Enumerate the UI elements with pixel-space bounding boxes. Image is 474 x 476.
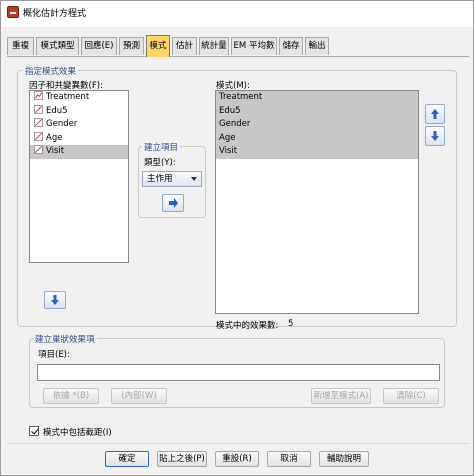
tab-export[interactable]: 輸出 (305, 37, 329, 55)
scale-variable-icon (34, 145, 43, 154)
effect-count-label: 模式中的效果數: (216, 321, 279, 331)
tab-model-type[interactable]: 模式類型 (36, 37, 79, 55)
include-intercept-checkbox[interactable] (29, 426, 39, 436)
list-item[interactable]: Age (30, 131, 128, 146)
list-item[interactable]: Visit (216, 145, 418, 159)
tab-em-means[interactable]: EM 平均數 (231, 37, 277, 55)
effect-count-value: 5 (288, 319, 294, 329)
scale-variable-icon (34, 91, 43, 100)
tab-model[interactable]: 模式 (146, 35, 170, 57)
arrow-down-icon (51, 295, 59, 305)
move-down-button[interactable] (425, 126, 445, 146)
type-dropdown[interactable]: 主作用 (142, 171, 202, 187)
dialog-window: 概化估計方程式 重複 模式類型 回應(E) 預測 模式 估計 統計量 EM 平均… (0, 0, 474, 476)
type-dropdown-value: 主作用 (147, 174, 173, 184)
window-title: 概化估計方程式 (23, 9, 87, 19)
term-label: 項目(E): (38, 350, 70, 360)
footer-divider (7, 443, 469, 444)
build-term-label: 建立項目 (142, 141, 181, 153)
move-up-button[interactable] (425, 104, 445, 124)
clear-button[interactable]: 清除(C) (383, 388, 439, 404)
help-button[interactable]: 輔助說明 (319, 451, 369, 467)
tab-predictors[interactable]: 預測 (119, 37, 144, 55)
chevron-down-icon (191, 177, 197, 181)
list-item[interactable]: Gender (216, 118, 418, 132)
ok-button[interactable]: 確定 (105, 451, 149, 467)
tab-estimation[interactable]: 估計 (172, 37, 197, 55)
within-button[interactable]: (內部(W) (111, 388, 167, 404)
tab-response[interactable]: 回應(E) (81, 37, 117, 55)
nested-term-label: 建立巢狀效果項 (33, 333, 97, 345)
tab-divider (7, 56, 469, 57)
list-item[interactable]: Age (216, 131, 418, 145)
list-item[interactable]: Visit (30, 145, 128, 159)
cancel-button[interactable]: 取消 (267, 451, 311, 467)
scale-variable-icon (34, 104, 43, 114)
arrow-up-icon (431, 109, 439, 119)
paste-button[interactable]: 貼上之後(P) (157, 451, 207, 467)
list-item[interactable]: Edu5 (30, 104, 128, 119)
include-intercept-label: 模式中包括截距(I) (43, 428, 112, 438)
scale-variable-icon (34, 131, 43, 141)
tab-repeated[interactable]: 重複 (7, 37, 34, 55)
add-to-nested-arrow-button[interactable] (44, 291, 66, 309)
list-item[interactable]: Treatment (216, 91, 418, 105)
tab-save[interactable]: 儲存 (279, 37, 303, 55)
arrow-down-icon (431, 131, 439, 141)
add-to-model-button[interactable]: 新增至模式(A) (311, 388, 371, 404)
tab-bar: 重複 模式類型 回應(E) 預測 模式 估計 統計量 EM 平均數 儲存 輸出 (7, 35, 469, 57)
list-item[interactable]: Treatment (30, 91, 128, 105)
list-item[interactable]: Gender (30, 118, 128, 132)
scale-variable-icon (34, 118, 43, 127)
nested-term-field[interactable] (37, 364, 440, 381)
reset-button[interactable]: 重設(R) (215, 451, 259, 467)
app-icon (7, 6, 19, 18)
arrow-right-icon (169, 198, 178, 208)
title-bar: 概化估計方程式 (1, 1, 473, 27)
specify-effects-label: 指定模式效果 (23, 65, 79, 77)
type-label: 類型(Y): (144, 158, 176, 168)
model-listbox[interactable]: Treatment Edu5 Gender Age Visit (215, 90, 419, 314)
list-item[interactable]: Edu5 (216, 104, 418, 118)
tab-statistics[interactable]: 統計量 (199, 37, 229, 55)
factors-listbox[interactable]: Treatment Edu5 Gender Age Visit (29, 90, 129, 263)
by-button[interactable]: 依據 *(B) (43, 388, 99, 404)
add-term-arrow-button[interactable] (162, 194, 184, 212)
